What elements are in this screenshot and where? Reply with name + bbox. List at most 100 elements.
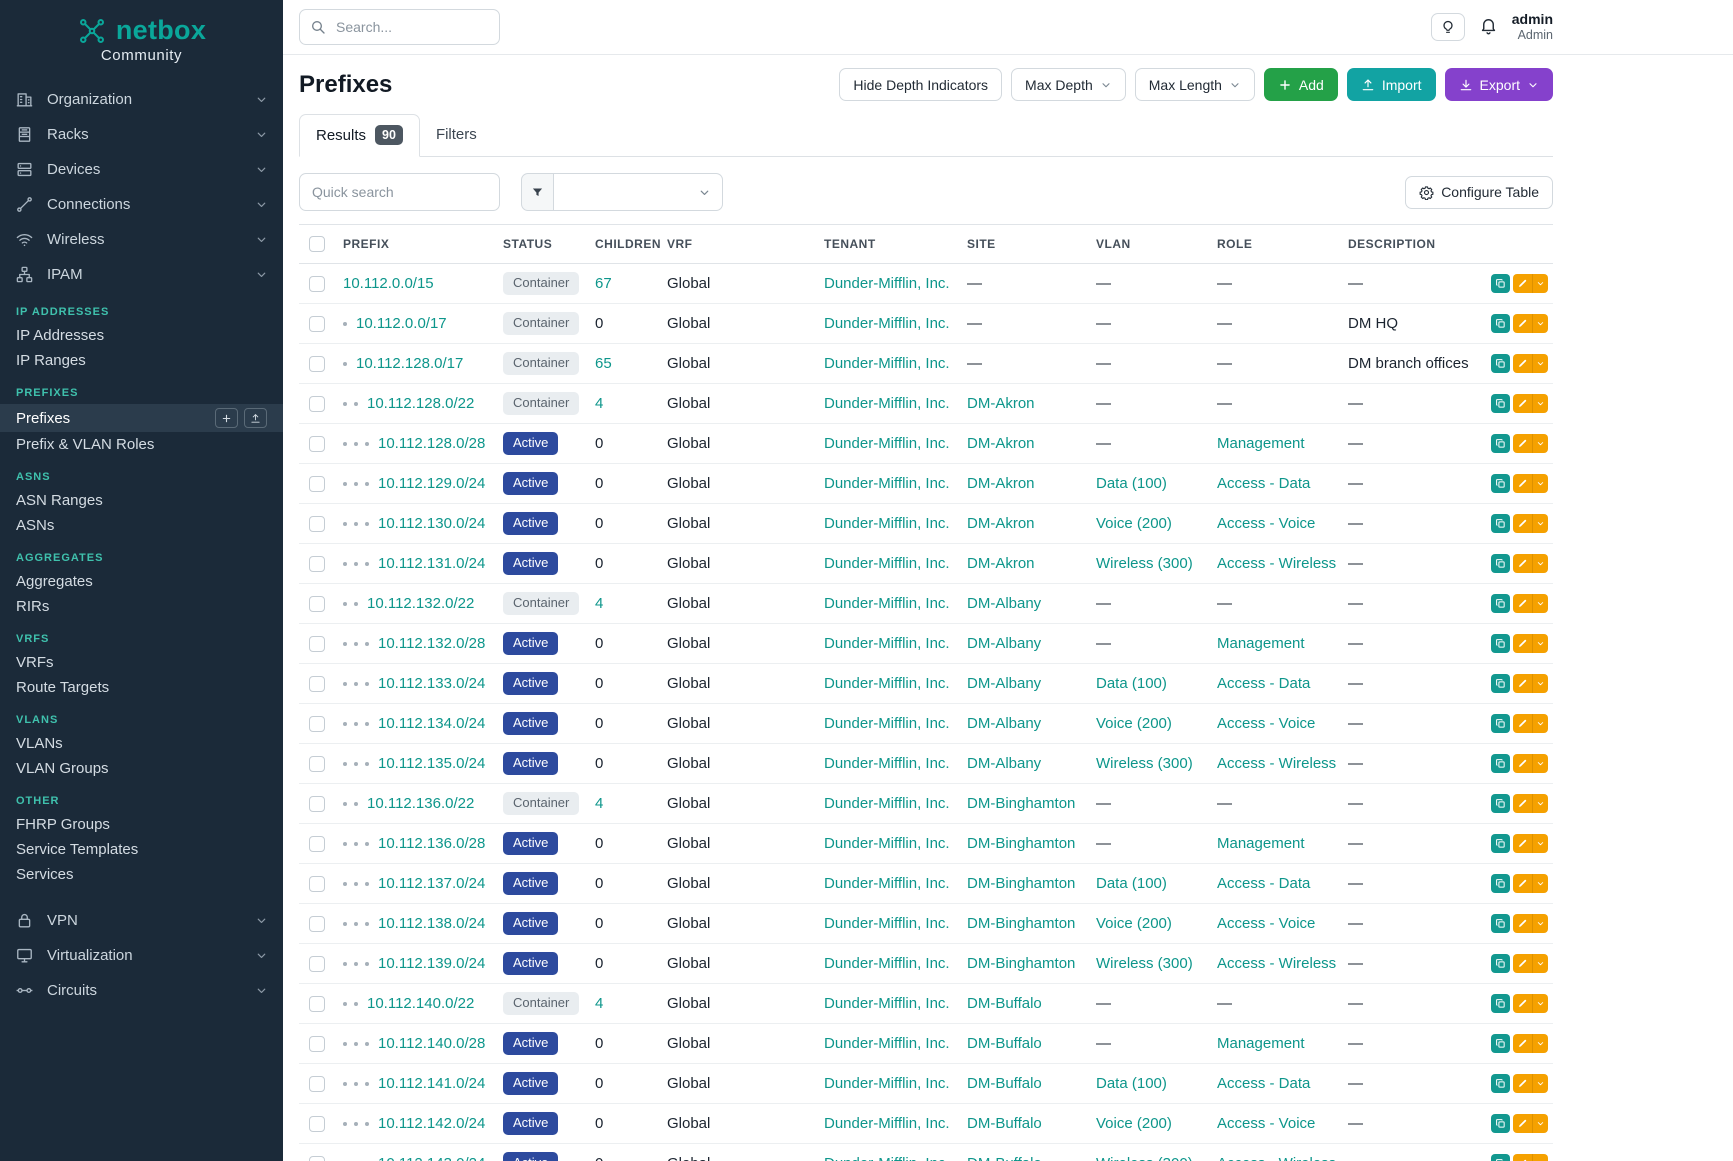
select-all-checkbox[interactable] [309, 236, 325, 252]
edit-button[interactable] [1513, 794, 1532, 813]
children-link[interactable]: 67 [595, 275, 612, 292]
prefix-link[interactable]: 10.112.0.0/15 [343, 275, 434, 292]
role-link[interactable]: Access - Voice [1217, 915, 1315, 932]
role-link[interactable]: Access - Wireless [1217, 555, 1336, 572]
sidebar-item-ip-addresses[interactable]: IP Addresses [0, 323, 283, 348]
tenant-link[interactable]: Dunder-Mifflin, Inc. [824, 1115, 950, 1132]
row-actions-dropdown[interactable] [1532, 674, 1548, 693]
prefix-link[interactable]: 10.112.131.0/24 [378, 555, 485, 572]
edit-button[interactable] [1513, 274, 1532, 293]
prefix-link[interactable]: 10.112.136.0/22 [367, 795, 474, 812]
copy-button[interactable] [1491, 394, 1510, 413]
copy-button[interactable] [1491, 314, 1510, 333]
row-checkbox[interactable] [309, 796, 325, 812]
row-actions-dropdown[interactable] [1532, 834, 1548, 853]
tenant-link[interactable]: Dunder-Mifflin, Inc. [824, 755, 950, 772]
sidebar-item-asns[interactable]: ASNs [0, 513, 283, 538]
row-actions-dropdown[interactable] [1532, 474, 1548, 493]
prefix-link[interactable]: 10.112.136.0/28 [378, 835, 485, 852]
sidebar-item-virtualization[interactable]: Virtualization [0, 938, 283, 973]
tenant-link[interactable]: Dunder-Mifflin, Inc. [824, 1035, 950, 1052]
copy-button[interactable] [1491, 834, 1510, 853]
row-actions-dropdown[interactable] [1532, 594, 1548, 613]
copy-button[interactable] [1491, 634, 1510, 653]
tenant-link[interactable]: Dunder-Mifflin, Inc. [824, 1155, 950, 1161]
site-link[interactable]: DM-Albany [967, 675, 1041, 692]
copy-button[interactable] [1491, 1034, 1510, 1053]
vlan-link[interactable]: Data (100) [1096, 675, 1167, 692]
user-menu[interactable]: admin Admin [1512, 11, 1553, 43]
row-checkbox[interactable] [309, 916, 325, 932]
row-actions-dropdown[interactable] [1532, 1034, 1548, 1053]
quick-import-button[interactable] [244, 408, 267, 428]
role-link[interactable]: Access - Data [1217, 675, 1310, 692]
tenant-link[interactable]: Dunder-Mifflin, Inc. [824, 835, 950, 852]
sidebar-item-prefix-vlan-roles[interactable]: Prefix & VLAN Roles [0, 432, 283, 457]
row-checkbox[interactable] [309, 1076, 325, 1092]
quick-search-input[interactable] [299, 173, 500, 211]
row-actions-dropdown[interactable] [1532, 1154, 1548, 1161]
row-checkbox[interactable] [309, 276, 325, 292]
edit-button[interactable] [1513, 354, 1532, 373]
site-link[interactable]: DM-Buffalo [967, 995, 1042, 1012]
sidebar-item-aggregates[interactable]: Aggregates [0, 569, 283, 594]
prefix-link[interactable]: 10.112.128.0/28 [378, 435, 485, 452]
copy-button[interactable] [1491, 354, 1510, 373]
edit-button[interactable] [1513, 874, 1532, 893]
tenant-link[interactable]: Dunder-Mifflin, Inc. [824, 955, 950, 972]
prefix-link[interactable]: 10.112.135.0/24 [378, 755, 485, 772]
copy-button[interactable] [1491, 554, 1510, 573]
row-checkbox[interactable] [309, 716, 325, 732]
row-actions-dropdown[interactable] [1532, 434, 1548, 453]
vlan-link[interactable]: Wireless (300) [1096, 1155, 1193, 1161]
role-link[interactable]: Access - Wireless [1217, 1155, 1336, 1161]
edit-button[interactable] [1513, 1074, 1532, 1093]
sidebar-item-rirs[interactable]: RIRs [0, 594, 283, 619]
copy-button[interactable] [1491, 874, 1510, 893]
site-link[interactable]: DM-Buffalo [967, 1075, 1042, 1092]
copy-button[interactable] [1491, 994, 1510, 1013]
sidebar-item-ip-ranges[interactable]: IP Ranges [0, 348, 283, 373]
sidebar-item-devices[interactable]: Devices [0, 152, 283, 187]
prefix-link[interactable]: 10.112.132.0/22 [367, 595, 474, 612]
copy-button[interactable] [1491, 914, 1510, 933]
tenant-link[interactable]: Dunder-Mifflin, Inc. [824, 435, 950, 452]
row-actions-dropdown[interactable] [1532, 274, 1548, 293]
role-link[interactable]: Access - Data [1217, 1075, 1310, 1092]
row-actions-dropdown[interactable] [1532, 354, 1548, 373]
global-search-input[interactable] [299, 9, 500, 45]
site-link[interactable]: DM-Akron [967, 515, 1035, 532]
site-link[interactable]: DM-Albany [967, 595, 1041, 612]
prefix-link[interactable]: 10.112.141.0/24 [378, 1075, 485, 1092]
row-actions-dropdown[interactable] [1532, 554, 1548, 573]
site-link[interactable]: DM-Albany [967, 755, 1041, 772]
prefix-link[interactable]: 10.112.129.0/24 [378, 475, 485, 492]
bell-icon[interactable] [1479, 17, 1498, 36]
site-link[interactable]: DM-Albany [967, 715, 1041, 732]
vlan-link[interactable]: Voice (200) [1096, 715, 1172, 732]
row-actions-dropdown[interactable] [1532, 1074, 1548, 1093]
row-actions-dropdown[interactable] [1532, 1114, 1548, 1133]
role-link[interactable]: Management [1217, 1035, 1305, 1052]
role-link[interactable]: Management [1217, 835, 1305, 852]
row-actions-dropdown[interactable] [1532, 394, 1548, 413]
tab-results[interactable]: Results 90 [299, 114, 420, 157]
row-actions-dropdown[interactable] [1532, 314, 1548, 333]
edit-button[interactable] [1513, 394, 1532, 413]
copy-button[interactable] [1491, 514, 1510, 533]
row-checkbox[interactable] [309, 1156, 325, 1161]
row-actions-dropdown[interactable] [1532, 754, 1548, 773]
copy-button[interactable] [1491, 1154, 1510, 1161]
row-checkbox[interactable] [309, 676, 325, 692]
add-button[interactable]: Add [1264, 68, 1338, 101]
column-header-vlan[interactable]: VLAN [1086, 225, 1207, 264]
tab-filters[interactable]: Filters [420, 114, 493, 156]
prefix-link[interactable]: 10.112.0.0/17 [356, 315, 447, 332]
edit-button[interactable] [1513, 434, 1532, 453]
prefix-link[interactable]: 10.112.142.0/24 [378, 1115, 485, 1132]
prefix-link[interactable]: 10.112.140.0/22 [367, 995, 474, 1012]
sidebar-item-asn-ranges[interactable]: ASN Ranges [0, 488, 283, 513]
edit-button[interactable] [1513, 1154, 1532, 1161]
tenant-link[interactable]: Dunder-Mifflin, Inc. [824, 395, 950, 412]
edit-button[interactable] [1513, 1114, 1532, 1133]
